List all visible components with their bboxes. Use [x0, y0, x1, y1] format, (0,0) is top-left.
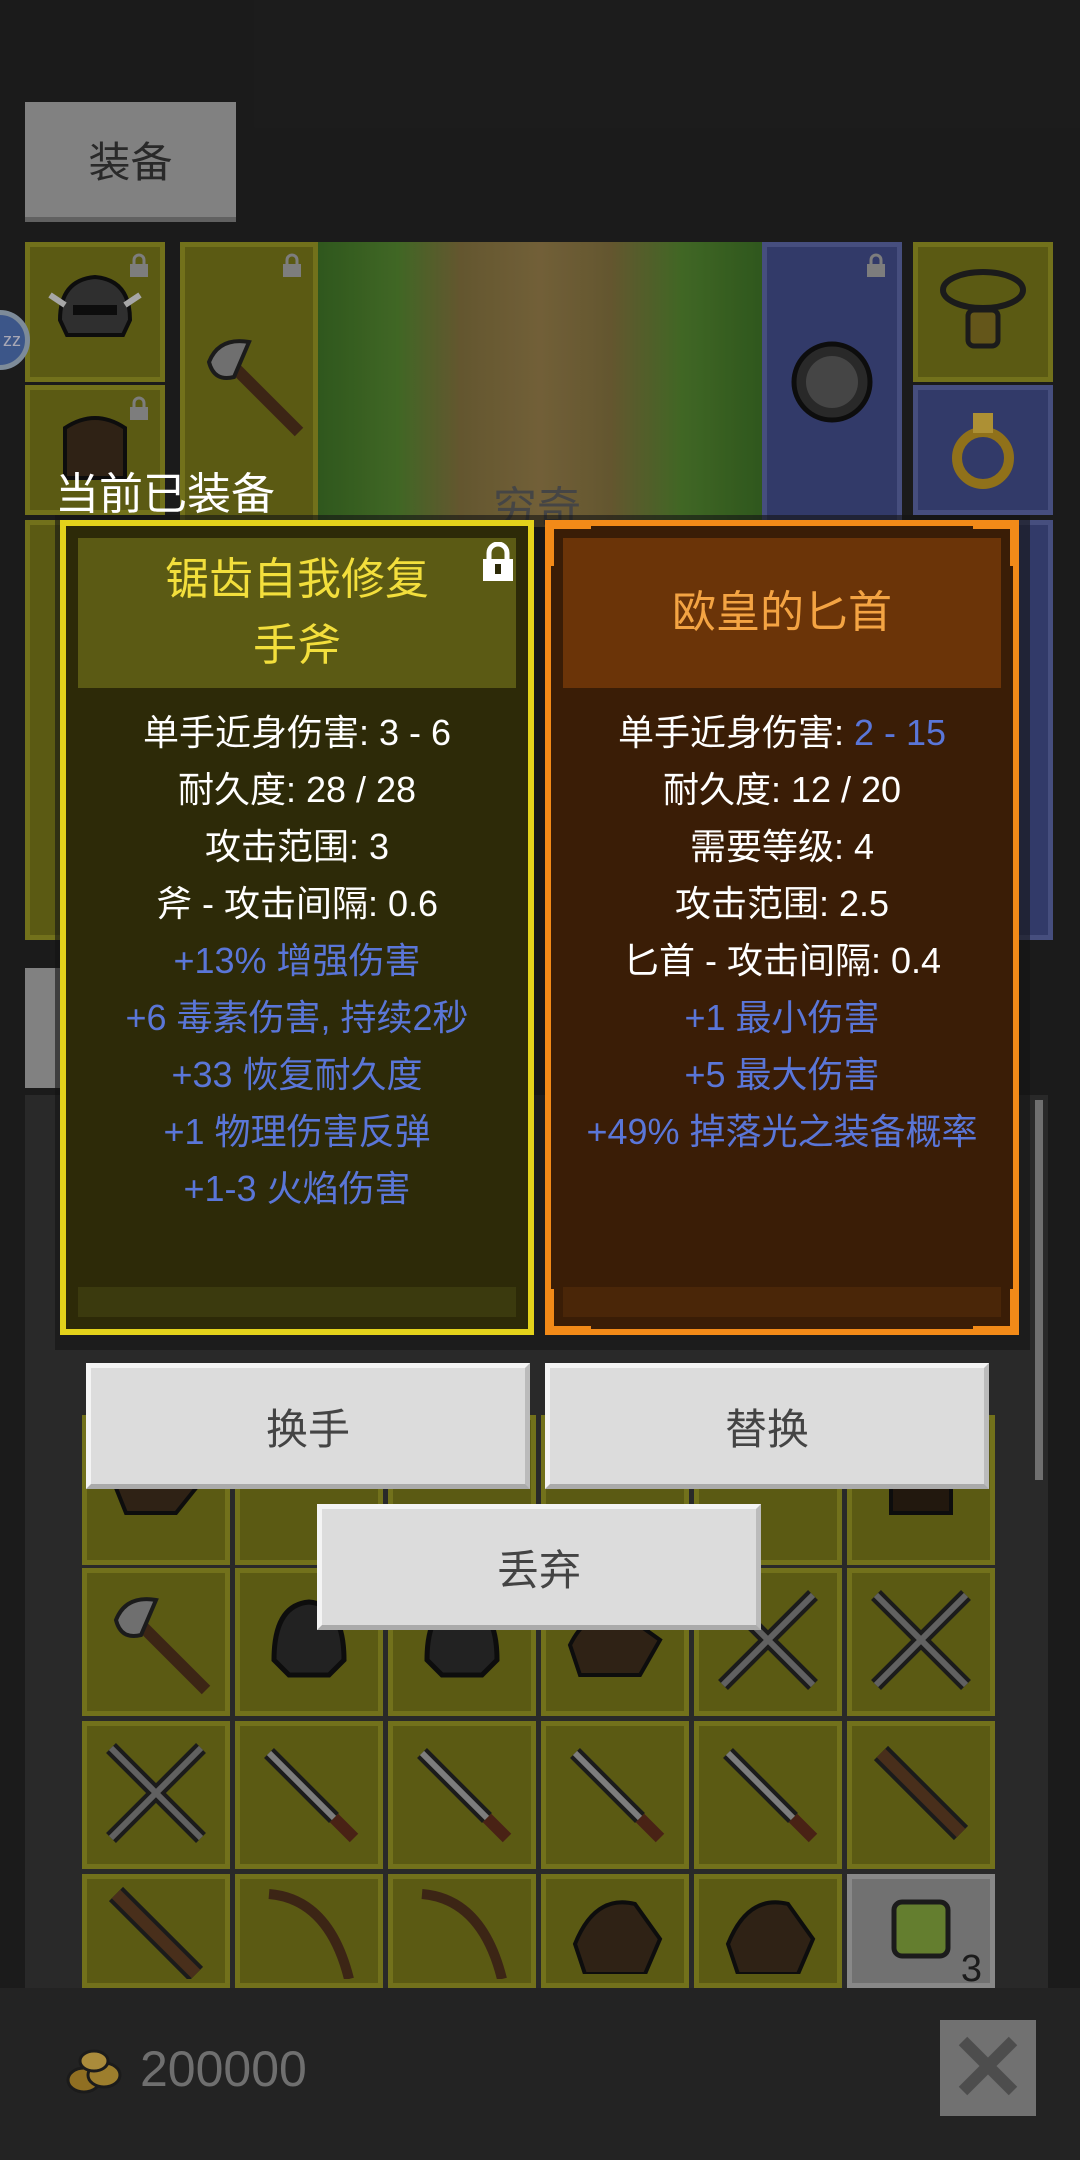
damage-value: 2 - 15 [853, 712, 947, 753]
stat-line: 匕首 - 攻击间隔: 0.4 [622, 940, 942, 981]
stat-line: 攻击范围: 3 [204, 826, 390, 867]
swap-hand-button[interactable]: 换手 [86, 1363, 530, 1489]
new-item-name: 欧皇的匕首 [672, 588, 892, 637]
discard-button[interactable]: 丢弃 [317, 1504, 761, 1630]
new-item-damage-line: 单手近身伤害: 2 - 15 [551, 704, 1013, 761]
equipped-item-card: 锯齿自我修复 手斧 单手近身伤害: 3 - 6 耐久度: 28 / 28 攻击范围:… [60, 520, 534, 1335]
stat-line: 单手近身伤害: 3 - 6 [142, 712, 452, 753]
equipped-item-name-line2: 手斧 [253, 621, 341, 670]
damage-label: 单手近身伤害: [617, 712, 854, 753]
stat-line: +1-3 火焰伤害 [183, 1168, 411, 1209]
equipped-item-stats: 单手近身伤害: 3 - 6 耐久度: 28 / 28 攻击范围: 3 斧 - 攻击间隔… [66, 704, 528, 1217]
stat-line: +1 最小伤害 [684, 997, 880, 1038]
new-item-card: 欧皇的匕首 单手近身伤害: 2 - 15 耐久度: 12 / 20 需要等级: 4… [545, 520, 1019, 1335]
new-item-header: 欧皇的匕首 [563, 538, 1001, 688]
new-item-stats: 单手近身伤害: 2 - 15 耐久度: 12 / 20 需要等级: 4 攻击范围: … [551, 704, 1013, 1160]
stat-line: 攻击范围: 2.5 [674, 883, 890, 924]
stat-line: +13% 增强伤害 [173, 940, 421, 981]
stat-line: 需要等级: 4 [689, 826, 875, 867]
stat-line: +6 毒素伤害, 持续2秒 [125, 997, 469, 1038]
lock-icon[interactable] [480, 541, 516, 589]
new-item-stat-list: 耐久度: 12 / 20 需要等级: 4 攻击范围: 2.5 匕首 - 攻击间隔: 0… [551, 761, 1013, 1160]
equipped-item-header: 锯齿自我修复 手斧 [78, 538, 516, 688]
stat-line: 耐久度: 12 / 20 [662, 769, 902, 810]
card-footer [78, 1287, 516, 1317]
stat-line: 斧 - 攻击间隔: 0.6 [155, 883, 439, 924]
stat-line: +5 最大伤害 [684, 1054, 880, 1095]
stat-line: 耐久度: 28 / 28 [177, 769, 417, 810]
stat-line: +1 物理伤害反弹 [163, 1111, 431, 1152]
stat-line: +49% 掉落光之装备概率 [586, 1111, 978, 1152]
replace-button[interactable]: 替换 [545, 1363, 989, 1489]
equipped-item-name-line1: 锯齿自我修复 [165, 555, 429, 604]
stat-line: +33 恢复耐久度 [171, 1054, 423, 1095]
card-footer [563, 1287, 1001, 1317]
current-equipped-label: 当前已装备 [55, 470, 275, 519]
